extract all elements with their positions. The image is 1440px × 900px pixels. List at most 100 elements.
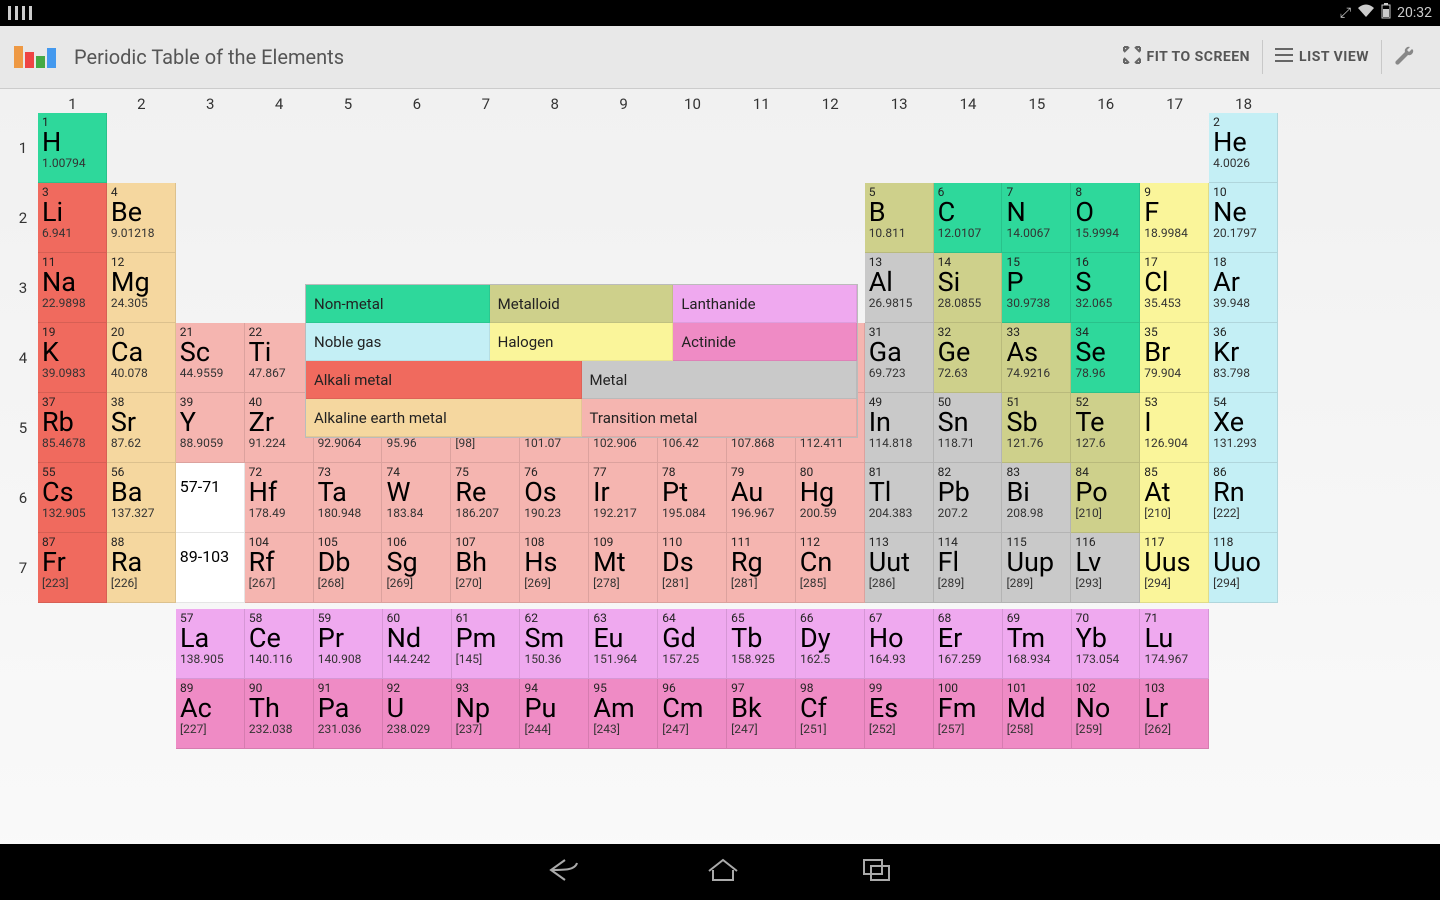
element-cell-Cs[interactable]: 55Cs132.905 — [38, 463, 107, 533]
element-cell-Al[interactable]: 13Al26.9815 — [865, 253, 934, 323]
element-cell-Sn[interactable]: 50Sn118.71 — [934, 393, 1003, 463]
element-cell-Ba[interactable]: 56Ba137.327 — [107, 463, 176, 533]
element-cell-Rf[interactable]: 104Rf[267] — [245, 533, 314, 603]
element-cell-F[interactable]: 9F18.9984 — [1140, 183, 1209, 253]
element-cell-Es[interactable]: 99Es[252] — [865, 679, 934, 749]
element-cell-Rn[interactable]: 86Rn[222] — [1209, 463, 1278, 533]
element-cell-Sc[interactable]: 21Sc44.9559 — [176, 323, 245, 393]
legend-trans[interactable]: Transition metal — [582, 399, 858, 437]
element-cell-Cf[interactable]: 98Cf[251] — [796, 679, 865, 749]
element-cell-Be[interactable]: 4Be9.01218 — [107, 183, 176, 253]
element-cell-Md[interactable]: 101Md[258] — [1003, 679, 1072, 749]
element-cell-He[interactable]: 2He4.0026 — [1209, 113, 1278, 183]
element-cell-Mt[interactable]: 109Mt[278] — [589, 533, 658, 603]
element-cell-Tl[interactable]: 81Tl204.383 — [865, 463, 934, 533]
settings-button[interactable] — [1384, 37, 1426, 77]
element-cell-Uus[interactable]: 117Uus[294] — [1140, 533, 1209, 603]
element-cell-Er[interactable]: 68Er167.259 — [934, 609, 1003, 679]
element-cell-O[interactable]: 8O15.9994 — [1071, 183, 1140, 253]
element-cell-Kr[interactable]: 36Kr83.798 — [1209, 323, 1278, 393]
element-cell-P[interactable]: 15P30.9738 — [1002, 253, 1071, 323]
legend-halogen[interactable]: Halogen — [490, 323, 674, 361]
element-cell-Pr[interactable]: 59Pr140.908 — [314, 609, 383, 679]
element-cell-I[interactable]: 53I126.904 — [1140, 393, 1209, 463]
element-cell-Ta[interactable]: 73Ta180.948 — [314, 463, 383, 533]
element-cell-Zr[interactable]: 40Zr91.224 — [245, 393, 314, 463]
element-cell-Rg[interactable]: 111Rg[281] — [727, 533, 796, 603]
element-cell-As[interactable]: 33As74.9216 — [1002, 323, 1071, 393]
element-cell-Dy[interactable]: 66Dy162.5 — [796, 609, 865, 679]
legend-metal[interactable]: Metal — [582, 361, 858, 399]
element-cell-B[interactable]: 5B10.811 — [865, 183, 934, 253]
element-cell-Fr[interactable]: 87Fr[223] — [38, 533, 107, 603]
element-cell-C[interactable]: 6C12.0107 — [934, 183, 1003, 253]
element-cell-Bk[interactable]: 97Bk[247] — [727, 679, 796, 749]
element-cell-Na[interactable]: 11Na22.9898 — [38, 253, 107, 323]
legend-noblegas[interactable]: Noble gas — [306, 323, 490, 361]
element-cell-S[interactable]: 16S32.065 — [1071, 253, 1140, 323]
range-cell[interactable]: 89-103 — [176, 533, 245, 603]
element-cell-Gd[interactable]: 64Gd157.25 — [658, 609, 727, 679]
element-cell-Rb[interactable]: 37Rb85.4678 — [38, 393, 107, 463]
element-cell-H[interactable]: 1H1.00794 — [38, 113, 107, 183]
element-cell-Ga[interactable]: 31Ga69.723 — [865, 323, 934, 393]
element-cell-Lr[interactable]: 103Lr[262] — [1140, 679, 1209, 749]
legend-nonmetal[interactable]: Non-metal — [306, 285, 490, 323]
element-cell-Pt[interactable]: 78Pt195.084 — [658, 463, 727, 533]
element-cell-Fm[interactable]: 100Fm[257] — [934, 679, 1003, 749]
element-cell-Ca[interactable]: 20Ca40.078 — [107, 323, 176, 393]
element-cell-Li[interactable]: 3Li6.941 — [38, 183, 107, 253]
element-cell-Ar[interactable]: 18Ar39.948 — [1209, 253, 1278, 323]
element-cell-La[interactable]: 57La138.905 — [176, 609, 245, 679]
element-cell-Pa[interactable]: 91Pa231.036 — [314, 679, 383, 749]
element-cell-Tm[interactable]: 69Tm168.934 — [1003, 609, 1072, 679]
element-cell-Bi[interactable]: 83Bi208.98 — [1002, 463, 1071, 533]
element-cell-Fl[interactable]: 114Fl[289] — [934, 533, 1003, 603]
element-cell-Pm[interactable]: 61Pm[145] — [452, 609, 521, 679]
element-cell-No[interactable]: 102No[259] — [1072, 679, 1141, 749]
element-cell-Ge[interactable]: 32Ge72.63 — [934, 323, 1003, 393]
element-cell-Au[interactable]: 79Au196.967 — [727, 463, 796, 533]
element-cell-Mg[interactable]: 12Mg24.305 — [107, 253, 176, 323]
list-view-button[interactable]: LIST VIEW — [1265, 37, 1379, 77]
legend-alkali[interactable]: Alkali metal — [306, 361, 582, 399]
element-cell-Np[interactable]: 93Np[237] — [452, 679, 521, 749]
legend-lan[interactable]: Lanthanide — [673, 285, 857, 323]
legend-alkearth[interactable]: Alkaline earth metal — [306, 399, 582, 437]
element-cell-Ti[interactable]: 22Ti47.867 — [245, 323, 314, 393]
back-button[interactable] — [545, 857, 585, 887]
element-cell-Ir[interactable]: 77Ir192.217 — [589, 463, 658, 533]
element-cell-In[interactable]: 49In114.818 — [865, 393, 934, 463]
element-cell-Sr[interactable]: 38Sr87.62 — [107, 393, 176, 463]
element-cell-W[interactable]: 74W183.84 — [382, 463, 451, 533]
element-cell-Si[interactable]: 14Si28.0855 — [934, 253, 1003, 323]
element-cell-Ho[interactable]: 67Ho164.93 — [865, 609, 934, 679]
element-cell-Hf[interactable]: 72Hf178.49 — [245, 463, 314, 533]
element-cell-N[interactable]: 7N14.0067 — [1002, 183, 1071, 253]
element-cell-Xe[interactable]: 54Xe131.293 — [1209, 393, 1278, 463]
element-cell-Ce[interactable]: 58Ce140.116 — [245, 609, 314, 679]
recent-button[interactable] — [861, 857, 895, 887]
element-cell-Br[interactable]: 35Br79.904 — [1140, 323, 1209, 393]
element-cell-Te[interactable]: 52Te127.6 — [1071, 393, 1140, 463]
element-cell-Uup[interactable]: 115Uup[289] — [1002, 533, 1071, 603]
element-cell-Db[interactable]: 105Db[268] — [314, 533, 383, 603]
element-cell-K[interactable]: 19K39.0983 — [38, 323, 107, 393]
element-cell-Ac[interactable]: 89Ac[227] — [176, 679, 245, 749]
legend-act[interactable]: Actinide — [673, 323, 857, 361]
element-cell-Pu[interactable]: 94Pu[244] — [520, 679, 589, 749]
element-cell-Re[interactable]: 75Re186.207 — [451, 463, 520, 533]
element-cell-Uut[interactable]: 113Uut[286] — [865, 533, 934, 603]
element-cell-Se[interactable]: 34Se78.96 — [1071, 323, 1140, 393]
element-cell-At[interactable]: 85At[210] — [1140, 463, 1209, 533]
element-cell-Sb[interactable]: 51Sb121.76 — [1002, 393, 1071, 463]
element-cell-Tb[interactable]: 65Tb158.925 — [727, 609, 796, 679]
element-cell-Uuo[interactable]: 118Uuo[294] — [1209, 533, 1278, 603]
element-cell-Cn[interactable]: 112Cn[285] — [796, 533, 865, 603]
element-cell-Th[interactable]: 90Th232.038 — [245, 679, 314, 749]
legend-metalloid[interactable]: Metalloid — [490, 285, 674, 323]
element-cell-Po[interactable]: 84Po[210] — [1071, 463, 1140, 533]
element-cell-Hg[interactable]: 80Hg200.59 — [796, 463, 865, 533]
element-cell-Ne[interactable]: 10Ne20.1797 — [1209, 183, 1278, 253]
element-cell-U[interactable]: 92U238.029 — [383, 679, 452, 749]
